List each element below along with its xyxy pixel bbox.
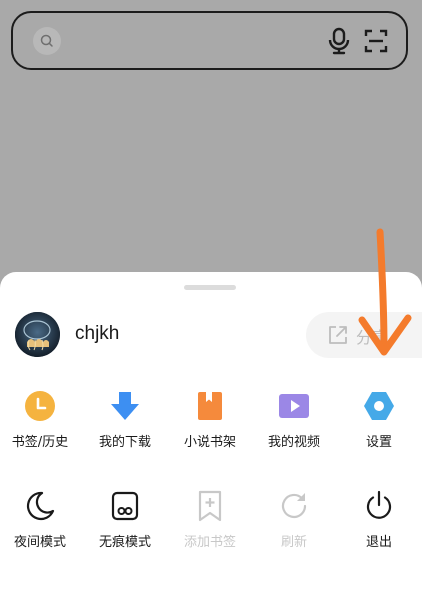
username[interactable]: chjkh — [75, 323, 119, 345]
video-icon — [277, 389, 311, 423]
menu-item-night-mode[interactable]: 夜间模式 — [0, 489, 80, 569]
menu-item-label: 我的下载 — [98, 435, 151, 450]
scan-icon[interactable] — [364, 28, 388, 54]
menu-item-novel-shelf[interactable]: 小说书架 — [170, 389, 250, 469]
add-bookmark-icon — [193, 489, 227, 523]
menu-item-label: 添加书签 — [183, 535, 236, 550]
menu-item-refresh[interactable]: 刷新 — [254, 489, 334, 569]
annotation-arrow-icon — [356, 228, 416, 358]
menu-item-exit[interactable]: 退出 — [339, 489, 419, 569]
menu-item-label: 无痕模式 — [98, 535, 151, 550]
menu-item-my-videos[interactable]: 我的视频 — [254, 389, 334, 469]
menu-item-add-bookmark[interactable]: 添加书签 — [170, 489, 250, 569]
menu-item-label: 夜间模式 — [13, 535, 66, 550]
power-icon — [362, 489, 396, 523]
microphone-icon[interactable] — [327, 27, 351, 55]
menu-item-label: 书签/历史 — [11, 435, 69, 450]
menu-item-label: 设置 — [365, 435, 392, 450]
menu-item-label: 刷新 — [280, 535, 307, 550]
incognito-icon — [108, 489, 142, 523]
menu-item-incognito[interactable]: 无痕模式 — [85, 489, 165, 569]
search-icon — [33, 27, 61, 55]
menu-item-label: 小说书架 — [183, 435, 236, 450]
night-mode-icon — [23, 489, 57, 523]
menu-item-downloads[interactable]: 我的下载 — [85, 389, 165, 469]
novel-shelf-icon — [193, 389, 227, 423]
menu-item-bookmarks-history[interactable]: 书签/历史 — [0, 389, 80, 469]
menu-item-settings[interactable]: 设置 — [339, 389, 419, 469]
sheet-drag-handle[interactable] — [184, 285, 236, 290]
refresh-icon — [277, 489, 311, 523]
share-icon — [327, 324, 349, 346]
menu-item-label: 我的视频 — [267, 435, 320, 450]
download-icon — [108, 389, 142, 423]
menu-item-label: 退出 — [365, 535, 392, 550]
search-bar[interactable] — [11, 11, 408, 70]
avatar[interactable] — [15, 312, 60, 357]
settings-icon — [362, 389, 396, 423]
bookmark-history-icon — [23, 389, 57, 423]
